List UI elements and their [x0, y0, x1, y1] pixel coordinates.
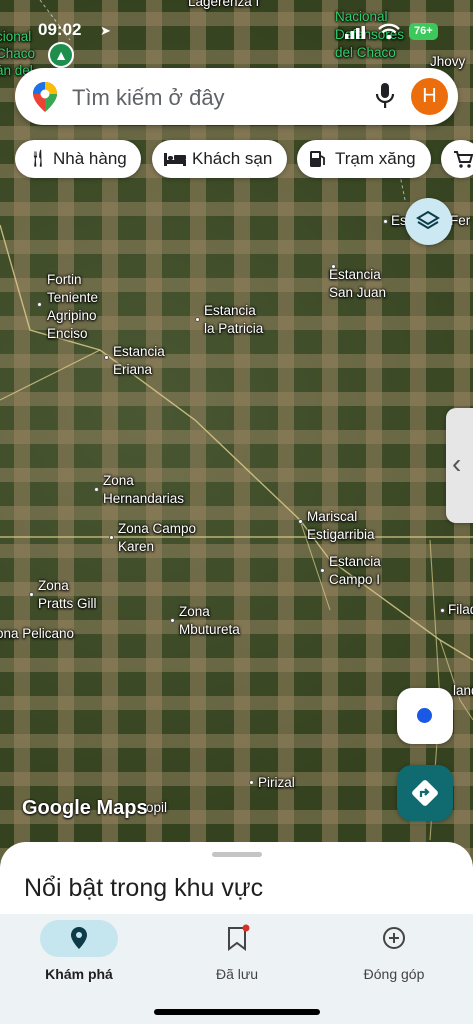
- place-name: Filad: [448, 602, 473, 617]
- restaurant-icon: 🍴︎: [27, 149, 49, 168]
- place-name: Zona Hernandarias: [103, 473, 185, 506]
- add-circle-icon: [383, 927, 405, 949]
- place-dot: [195, 317, 200, 322]
- google-maps-logo-icon: [33, 82, 57, 112]
- bottom-navigation: Khám phá Đã lưu Đóng góp: [0, 914, 473, 1024]
- place-label[interactable]: Mariscal Estigarribia: [298, 508, 375, 544]
- place-name: Mariscal Estigarribia: [307, 509, 375, 542]
- place-label[interactable]: Zona Pratts Gill: [29, 577, 97, 613]
- place-name: Estancia Eriana: [113, 344, 165, 377]
- map-layers-button[interactable]: [405, 198, 452, 245]
- place-label[interactable]: ona Pelicano: [0, 626, 74, 642]
- search-input[interactable]: Tìm kiếm ở đây: [72, 85, 225, 111]
- place-label[interactable]: Filad: [440, 602, 473, 618]
- place-name: opil: [146, 800, 168, 815]
- chip-restaurants[interactable]: 🍴︎ Nhà hàng: [15, 140, 141, 178]
- cellular-signal-icon: [345, 26, 365, 39]
- place-label[interactable]: Zona Hernandarias: [94, 472, 185, 508]
- bookmark-icon: [228, 924, 250, 951]
- avatar[interactable]: H: [411, 78, 448, 115]
- sheet-title: Nổi bật trong khu vực: [24, 874, 264, 902]
- place-name: landa: [453, 683, 473, 698]
- place-dot: [383, 219, 388, 224]
- nav-label: Khám phá: [45, 966, 113, 982]
- place-label[interactable]: Zona Mbutureta: [170, 603, 240, 639]
- place-label[interactable]: Pirizal: [249, 775, 295, 791]
- place-name: Estancia San Juan: [329, 267, 387, 300]
- explore-pin-icon: [71, 927, 87, 949]
- location-arrow-icon: ➤: [100, 23, 111, 38]
- place-name: Zona Campo Karen: [118, 521, 197, 554]
- place-name: Jhovy: [430, 54, 466, 69]
- place-dot: [170, 618, 175, 623]
- chip-gas-stations[interactable]: Trạm xăng: [297, 140, 431, 178]
- place-name: Zona Pratts Gill: [38, 578, 97, 611]
- place-label[interactable]: opil: [146, 800, 167, 816]
- nav-item-contribute[interactable]: Đóng góp: [315, 914, 473, 994]
- place-name: Fortin Teniente Agripino Enciso: [47, 272, 99, 341]
- gas-station-icon: [310, 151, 325, 167]
- place-dot: [249, 780, 254, 785]
- clock: 09:02: [38, 20, 82, 39]
- nav-item-explore[interactable]: Khám phá: [0, 914, 158, 994]
- chip-hotels[interactable]: Khách sạn: [152, 140, 287, 178]
- place-dot: [440, 608, 445, 613]
- place-label[interactable]: Estancia San Juan: [329, 264, 387, 302]
- hotel-icon: [164, 153, 186, 166]
- my-location-icon: [417, 708, 432, 723]
- place-label[interactable]: Fer: [450, 213, 470, 229]
- layers-icon: [416, 210, 440, 230]
- place-name: Fer: [450, 213, 471, 228]
- place-dot: [37, 302, 42, 307]
- bottom-sheet[interactable]: Nổi bật trong khu vực: [0, 842, 473, 922]
- shopping-cart-icon: [454, 151, 473, 168]
- place-name: Estancia Campo I: [329, 554, 381, 587]
- chip-label: Nhà hàng: [53, 149, 127, 168]
- nav-item-saved[interactable]: Đã lưu: [158, 914, 316, 994]
- drag-handle[interactable]: [212, 852, 262, 857]
- nav-label: Đóng góp: [363, 966, 425, 982]
- chevron-left-icon: ‹: [452, 448, 462, 479]
- place-dot: [29, 592, 34, 597]
- chip-label: Trạm xăng: [335, 149, 416, 168]
- place-label[interactable]: Estancia Eriana: [104, 343, 165, 379]
- directions-button[interactable]: [397, 765, 453, 821]
- google-maps-watermark: Google Maps: [22, 797, 148, 819]
- place-dot: [298, 519, 303, 524]
- search-bar[interactable]: Tìm kiếm ở đây H: [15, 68, 458, 125]
- place-name: Pirizal: [258, 775, 295, 790]
- wifi-icon: [378, 23, 400, 40]
- chip-shopping[interactable]: [441, 140, 473, 178]
- chip-label: Khách sạn: [192, 149, 273, 168]
- place-dot: [331, 264, 336, 269]
- place-label[interactable]: Estancia Campo I: [320, 553, 381, 589]
- place-label[interactable]: Zona Campo Karen: [109, 520, 197, 556]
- my-location-button[interactable]: [397, 688, 453, 744]
- place-dot: [320, 568, 325, 573]
- side-panel-toggle[interactable]: ‹: [446, 408, 473, 523]
- place-name: ona Pelicano: [0, 626, 75, 641]
- battery-indicator: 76+: [409, 23, 438, 40]
- directions-icon: [412, 780, 438, 806]
- nav-label: Đã lưu: [215, 966, 259, 982]
- place-dot: [104, 355, 109, 360]
- microphone-icon[interactable]: [375, 82, 395, 110]
- place-label[interactable]: Fortin Teniente Agripino Enciso: [37, 271, 99, 343]
- place-name: Estancia la Patricia: [204, 303, 264, 336]
- park-pin-icon[interactable]: ▲: [48, 42, 74, 68]
- home-indicator: [154, 1009, 320, 1015]
- place-label[interactable]: Estancia la Patricia: [195, 302, 264, 338]
- place-label[interactable]: landa: [453, 683, 473, 699]
- place-dot: [94, 487, 99, 492]
- place-name: Zona Mbutureta: [179, 604, 240, 637]
- place-dot: [109, 535, 114, 540]
